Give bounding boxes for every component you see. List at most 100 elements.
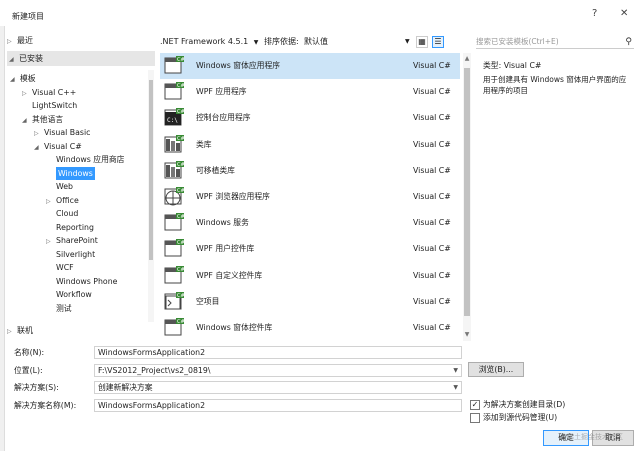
tree-item-label: 最近 [17, 36, 33, 45]
svg-text:C#: C# [177, 214, 184, 220]
svg-text:C#: C# [177, 109, 184, 115]
template-language: Visual C# [413, 87, 451, 97]
tree-item[interactable]: ◢ 其他语言 [22, 113, 63, 126]
tree-item-label: Visual C# [44, 141, 82, 151]
cancel-button[interactable]: 取消 [592, 430, 634, 446]
framework-select[interactable]: .NET Framework 4.5.1 ▼ [160, 35, 258, 49]
expand-arrow-icon[interactable]: ▷ [22, 87, 32, 100]
name-field[interactable]: WindowsFormsApplication2 [94, 346, 462, 359]
tree-item-label: 测试 [56, 303, 72, 313]
template-row[interactable]: C# 空项目 Visual C# [160, 289, 460, 315]
search-icon[interactable]: ⚲ [625, 35, 632, 49]
svg-text:C#: C# [177, 293, 184, 299]
template-row[interactable]: C# Windows 窗体控件库 Visual C# [160, 315, 460, 341]
scroll-up-icon[interactable]: ▲ [463, 55, 471, 62]
tree-item-label: WCF [56, 263, 74, 272]
ok-button[interactable]: 确定 [543, 430, 589, 446]
tree-item[interactable]: Windows Phone [46, 275, 117, 288]
svg-text:C#: C# [177, 57, 184, 63]
template-language: Visual C# [413, 270, 451, 280]
tree-item[interactable]: ◢ 模板 [10, 72, 36, 85]
expand-arrow-icon[interactable]: ▷ [34, 127, 44, 140]
template-language: Visual C# [413, 296, 451, 306]
create-dir-checkbox[interactable]: ✓ [470, 400, 480, 410]
name-label: 名称(N): [14, 348, 45, 357]
template-row[interactable]: C# WPF 浏览器应用程序 Visual C# [160, 184, 460, 210]
template-row[interactable]: C:\ C# 控制台应用程序 Visual C# [160, 105, 460, 131]
location-field[interactable]: F:\VS2012_Project\vs2_0819\ ▼ [94, 364, 462, 377]
template-row[interactable]: C# Windows 窗体应用程序 Visual C# [160, 53, 460, 79]
tree-item[interactable]: ◢ Visual C# [34, 140, 82, 153]
collapse-arrow-icon[interactable]: ◢ [34, 141, 44, 154]
template-type: 类型: Visual C# [483, 61, 542, 70]
tree-item[interactable]: WCF [46, 261, 74, 274]
template-row[interactable]: C# 可移植类库 Visual C# [160, 158, 460, 184]
browse-button[interactable]: 浏览(B)... [468, 362, 524, 377]
solution-select[interactable]: 创建新解决方案 ▼ [94, 381, 462, 394]
tree-item-label: Windows Phone [56, 276, 118, 286]
add-source-checkbox[interactable] [470, 413, 480, 423]
tree-item-installed[interactable]: ◢ 已安装 [7, 51, 155, 66]
tree-item[interactable]: LightSwitch [22, 99, 77, 112]
wpf-browser-icon: C# [164, 187, 185, 207]
tree-item[interactable]: Windows [56, 166, 95, 180]
tree-scrollbar-thumb[interactable] [149, 80, 153, 260]
tree-item-label: Cloud [56, 209, 79, 218]
dropdown-arrow-icon[interactable]: ▼ [453, 382, 458, 393]
tree-item-online[interactable]: ▷ 联机 [7, 324, 155, 338]
svg-text:C#: C# [177, 136, 184, 142]
tree-item[interactable]: ▷ Visual C++ [22, 86, 76, 99]
tree-item[interactable]: ▷ SharePoint [46, 234, 98, 247]
svg-text:C#: C# [177, 188, 184, 194]
name-value: WindowsFormsApplication2 [98, 348, 206, 357]
template-language: Visual C# [413, 139, 451, 149]
tree-item[interactable]: Cloud [46, 207, 78, 220]
dropdown-arrow-icon[interactable]: ▼ [453, 365, 458, 376]
template-language: Visual C# [413, 192, 451, 201]
small-icons-view-icon[interactable]: ▦ [416, 36, 428, 48]
expand-arrow-icon: ▷ [7, 38, 12, 45]
tree-item[interactable]: ▷ Visual Basic [34, 126, 90, 139]
help-button[interactable]: ? [592, 8, 597, 19]
template-row[interactable]: C# WPF 应用程序 Visual C# [160, 79, 460, 105]
tree-item[interactable]: Web [46, 180, 73, 193]
template-language: Visual C# [413, 113, 451, 123]
search-box[interactable]: 搜索已安装模板(Ctrl+E) ⚲ [476, 35, 634, 49]
collapse-arrow-icon: ◢ [9, 56, 14, 63]
expand-arrow-icon[interactable]: ▷ [46, 235, 56, 248]
scroll-down-icon[interactable]: ▼ [463, 331, 471, 338]
expand-arrow-icon[interactable]: ▷ [46, 195, 56, 208]
tree-item-label: Silverlight [56, 249, 96, 259]
close-button[interactable]: ✕ [620, 8, 628, 19]
dropdown-arrow-icon[interactable]: ▼ [405, 35, 410, 49]
window-left-edge [0, 0, 5, 451]
collapse-arrow-icon[interactable]: ◢ [10, 73, 20, 86]
template-row[interactable]: C# WPF 用户控件库 Visual C# [160, 236, 460, 262]
list-scrollbar-thumb[interactable] [464, 68, 470, 316]
template-name: 空项目 [196, 296, 220, 306]
template-language: Visual C# [413, 61, 451, 70]
tree-item[interactable]: 测试 [46, 302, 72, 315]
tree-item[interactable]: Reporting [46, 221, 94, 234]
tree-item-label: 已安装 [19, 54, 43, 63]
sort-label: 排序依据: [264, 37, 299, 46]
solution-name-field[interactable]: WindowsFormsApplication2 [94, 399, 462, 412]
template-row[interactable]: C# WPF 自定义控件库 Visual C# [160, 263, 460, 289]
sort-select[interactable]: 默认值 [304, 35, 328, 49]
add-source-label: 添加到源代码管理(U) [483, 413, 558, 422]
tree-item[interactable]: ▷ Office [46, 194, 79, 207]
tree-item-label: 联机 [17, 326, 33, 335]
tree-item-label: 其他语言 [32, 114, 64, 124]
template-language: Visual C# [413, 165, 451, 175]
tree-item[interactable]: Windows 应用商店 [46, 153, 124, 166]
class-library-icon: C# [164, 134, 185, 155]
template-name: 可移植类库 [196, 165, 235, 175]
tree-item[interactable]: Silverlight [46, 248, 95, 261]
tree-item-recent[interactable]: ▷ 最近 [7, 35, 155, 49]
list-view-icon[interactable]: ☰ [432, 36, 444, 48]
template-row[interactable]: C# 类库 Visual C# [160, 132, 460, 158]
tree-item[interactable]: Workflow [46, 288, 92, 301]
template-row[interactable]: C# Windows 服务 Visual C# [160, 210, 460, 236]
template-name: WPF 用户控件库 [196, 244, 255, 254]
collapse-arrow-icon[interactable]: ◢ [22, 114, 32, 127]
